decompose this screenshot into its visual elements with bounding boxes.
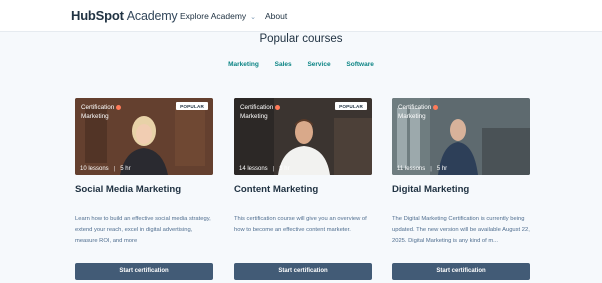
filter-software[interactable]: Software bbox=[346, 61, 373, 68]
explore-academy-menu[interactable]: Explore Academy ⌄ bbox=[180, 11, 256, 21]
course-duration: 5 hr bbox=[120, 166, 131, 172]
certification-badge-icon bbox=[116, 104, 122, 110]
start-certification-button[interactable]: Start certification bbox=[75, 263, 213, 280]
certification-label: Certification Marketing bbox=[398, 103, 439, 121]
filter-service[interactable]: Service bbox=[307, 61, 330, 68]
course-meta: 11 lessons | 5 hr bbox=[397, 166, 448, 172]
popular-badge: POPULAR bbox=[335, 102, 367, 110]
course-description: Learn how to build an effective social m… bbox=[75, 216, 211, 244]
lesson-count: 10 lessons bbox=[80, 166, 109, 172]
chevron-down-icon: ⌄ bbox=[250, 14, 257, 21]
lesson-count: 14 lessons bbox=[239, 166, 268, 172]
filter-sales[interactable]: Sales bbox=[275, 61, 292, 68]
hubspot-academy-logo[interactable]: HubSpot Academy bbox=[71, 8, 178, 23]
course-duration: 8 hr bbox=[279, 166, 290, 172]
lesson-count: 11 lessons bbox=[397, 166, 426, 172]
certification-label: Certification Marketing bbox=[81, 103, 122, 121]
course-duration: 5 hr bbox=[436, 166, 448, 172]
course-description: This certification course will give you … bbox=[234, 216, 367, 233]
logo-text: HubSpot bbox=[71, 8, 124, 23]
certification-badge-icon bbox=[433, 104, 439, 110]
course-description: The Digital Marketing Certification is c… bbox=[392, 216, 530, 244]
course-title[interactable]: Digital Marketing bbox=[392, 184, 469, 195]
popular-badge: POPULAR bbox=[176, 102, 208, 110]
top-navbar: HubSpot Academy Explore Academy ⌄ About bbox=[0, 0, 602, 32]
about-link[interactable]: About bbox=[265, 11, 287, 21]
course-category: Marketing bbox=[81, 113, 109, 120]
start-certification-button[interactable]: Start certification bbox=[392, 263, 530, 280]
course-title[interactable]: Content Marketing bbox=[234, 184, 318, 195]
start-certification-button[interactable]: Start certification bbox=[234, 263, 372, 280]
certification-badge-icon bbox=[275, 104, 281, 110]
course-thumbnail[interactable]: Certification Marketing 11 lessons | 5 hr bbox=[392, 98, 530, 175]
filter-marketing[interactable]: Marketing bbox=[228, 61, 259, 68]
course-meta: 14 lessons | 8 hr bbox=[239, 166, 290, 172]
logo-suffix: Academy bbox=[126, 9, 178, 23]
course-category: Marketing bbox=[398, 113, 426, 120]
explore-academy-label: Explore Academy bbox=[180, 11, 247, 21]
course-meta: 10 lessons | 5 hr bbox=[80, 166, 131, 172]
course-title[interactable]: Social Media Marketing bbox=[75, 184, 181, 195]
course-category: Marketing bbox=[240, 113, 268, 120]
page-title: Popular courses bbox=[259, 33, 343, 45]
course-thumbnail[interactable]: Certification Marketing POPULAR 10 lesso… bbox=[75, 98, 213, 175]
certification-label: Certification Marketing bbox=[240, 103, 281, 121]
category-filters: Marketing Sales Service Software bbox=[0, 61, 602, 68]
course-thumbnail[interactable]: Certification Marketing POPULAR 14 lesso… bbox=[234, 98, 372, 175]
